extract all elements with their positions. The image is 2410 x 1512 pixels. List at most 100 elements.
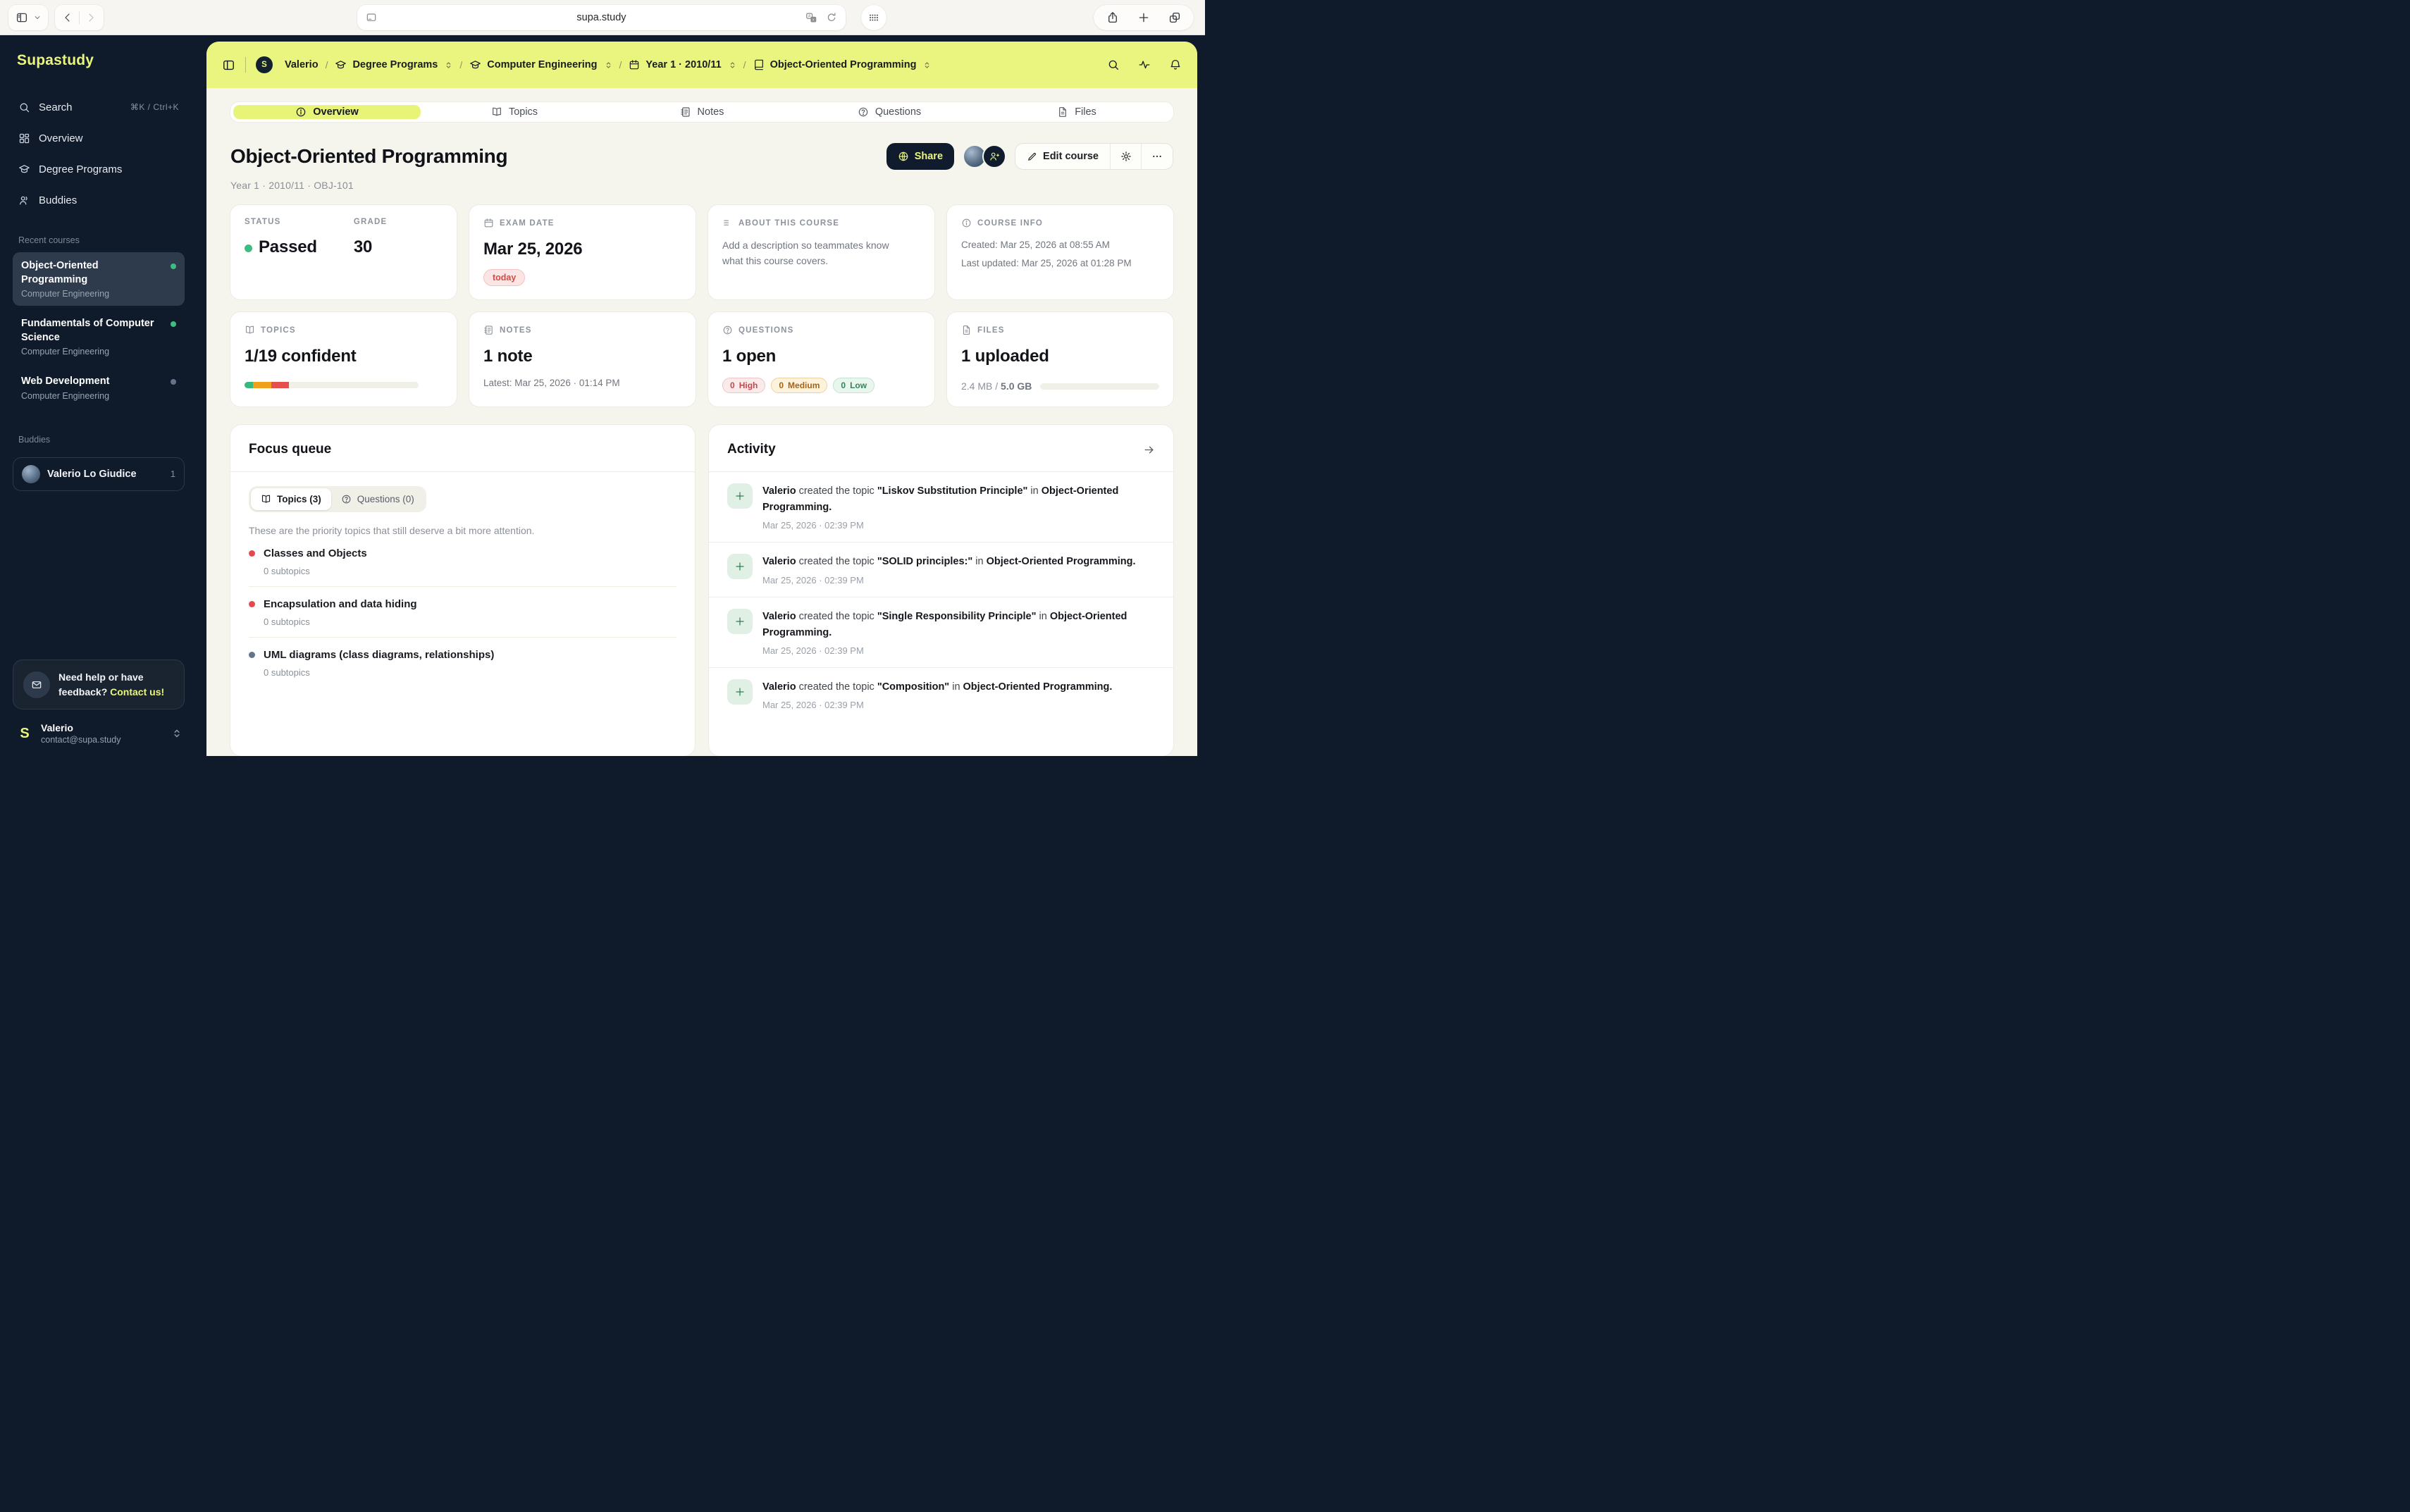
divider — [79, 11, 80, 24]
grade-label: GRADE — [354, 218, 388, 226]
activity-time: Mar 25, 2026 · 02:39 PM — [762, 575, 1136, 585]
user-menu[interactable]: S Valerio contact@supa.study — [13, 722, 185, 745]
share-label: Share — [915, 151, 943, 162]
focus-topics-label: Topics (3) — [277, 494, 321, 504]
activity-item[interactable]: Valerio created the topic "Composition" … — [709, 668, 1173, 721]
focus-topic-item[interactable]: UML diagrams (class diagrams, relationsh… — [249, 638, 676, 688]
focus-questions-tab[interactable]: Questions (0) — [331, 488, 424, 510]
questions-card[interactable]: QUESTIONS 1 open 0High 0Medium 0Low — [708, 312, 934, 407]
forward-button[interactable] — [85, 12, 97, 23]
user-email: contact@supa.study — [41, 735, 121, 745]
buddy-item[interactable]: Valerio Lo Giudice 1 — [13, 457, 185, 491]
tab-files[interactable]: Files — [983, 105, 1170, 119]
translate-icon[interactable]: Ax — [805, 12, 817, 24]
sidebar-item-degree-programs[interactable]: Degree Programs — [13, 156, 185, 182]
buddies-label: Buddies — [18, 435, 185, 445]
question-circle-icon — [858, 106, 869, 118]
address-bar[interactable]: supa.study Ax — [357, 5, 846, 30]
activity-item[interactable]: Valerio created the topic "Single Respon… — [709, 597, 1173, 668]
tab-questions[interactable]: Questions — [796, 105, 983, 119]
activity-title: Activity — [727, 442, 776, 457]
notes-card[interactable]: NOTES 1 note Latest: Mar 25, 2026 · 01:1… — [469, 312, 696, 407]
breadcrumb-course[interactable]: Object-Oriented Programming — [753, 59, 932, 70]
contact-us-link[interactable]: Contact us! — [110, 686, 164, 698]
info-icon — [961, 218, 972, 228]
sidebar-course-fundamentals-of-computer-science[interactable]: Fundamentals of Computer Science Compute… — [13, 310, 185, 364]
activity-item[interactable]: Valerio created the topic "Liskov Substi… — [709, 472, 1173, 543]
tab-label: Files — [1075, 106, 1096, 118]
topics-confidence-value: 1/19 confident — [245, 347, 443, 366]
files-count: 1 uploaded — [961, 347, 1159, 366]
share-page-icon[interactable] — [1106, 11, 1119, 24]
graduation-cap-icon — [335, 59, 347, 71]
status-value: Passed — [245, 237, 317, 257]
gear-icon — [1120, 151, 1132, 162]
book-open-icon — [245, 325, 255, 335]
browser-chrome: supa.study Ax — [0, 0, 1205, 35]
notes-label: NOTES — [500, 326, 532, 335]
sidebar-item-buddies[interactable]: Buddies — [13, 187, 185, 213]
book-open-icon — [261, 494, 271, 504]
course-name: Web Development — [21, 375, 165, 389]
edit-course-button[interactable]: Edit course — [1015, 144, 1111, 169]
browser-sidebar-icon — [16, 11, 28, 24]
mail-icon — [23, 671, 50, 698]
invite-user-button[interactable] — [982, 144, 1006, 168]
apps-grid-button[interactable] — [861, 5, 886, 30]
arrow-right-icon[interactable] — [1143, 444, 1155, 456]
new-tab-icon[interactable] — [1137, 11, 1150, 24]
bell-icon[interactable] — [1169, 58, 1182, 71]
course-info-card: COURSE INFO Created: Mar 25, 2026 at 08:… — [947, 205, 1173, 299]
sidebar-item-search[interactable]: Search ⌘K / Ctrl+K — [13, 94, 185, 120]
questions-label: QUESTIONS — [739, 326, 794, 335]
focus-topics-tab[interactable]: Topics (3) — [251, 488, 331, 510]
activity-text: Valerio created the topic "Liskov Substi… — [762, 483, 1155, 516]
sidebar-course-web-development[interactable]: Web Development Computer Engineering — [13, 368, 185, 408]
breadcrumb-computer-engineering[interactable]: Computer Engineering — [469, 59, 612, 71]
back-button[interactable] — [62, 12, 73, 23]
course-settings-button[interactable] — [1111, 144, 1142, 169]
avatar — [22, 465, 40, 483]
reload-icon[interactable] — [826, 12, 837, 23]
course-tabs: Overview Topics Notes Questions — [230, 102, 1173, 122]
breadcrumb-user-label: Valerio — [285, 59, 319, 70]
tab-label: Topics — [509, 106, 538, 118]
storage-usage: 2.4 MB / 5.0 GB — [961, 380, 1159, 392]
panel-toggle-icon[interactable] — [222, 58, 235, 72]
sidebar-course-object-oriented-programming[interactable]: Object-Oriented Programming Computer Eng… — [13, 252, 185, 306]
breadcrumb-label: Computer Engineering — [487, 59, 597, 70]
about-course-card[interactable]: ABOUT THIS COURSE Add a description so t… — [708, 205, 934, 299]
app-logo: Supastudy — [17, 52, 185, 69]
graduation-cap-icon — [18, 163, 30, 175]
breadcrumb-user[interactable]: S Valerio — [256, 56, 319, 73]
share-button[interactable]: Share — [886, 143, 954, 170]
files-card[interactable]: FILES 1 uploaded 2.4 MB / 5.0 GB — [947, 312, 1173, 407]
topic-subtopics: 0 subtopics — [264, 616, 676, 627]
activity-pulse-icon[interactable] — [1138, 58, 1151, 71]
breadcrumb-degree-programs[interactable]: Degree Programs — [335, 59, 452, 71]
course-name: Object-Oriented Programming — [21, 259, 165, 287]
activity-time: Mar 25, 2026 · 02:39 PM — [762, 700, 1112, 710]
breadcrumb-year[interactable]: Year 1 · 2010/11 — [629, 59, 736, 70]
file-icon — [1057, 106, 1068, 118]
breadcrumb-separator: / — [326, 59, 328, 70]
chevrons-up-down-icon — [923, 61, 931, 70]
activity-item[interactable]: Valerio created the topic "SOLID princip… — [709, 543, 1173, 597]
tab-overview-icon[interactable] — [1168, 11, 1181, 24]
tab-topics[interactable]: Topics — [421, 105, 608, 119]
user-avatar-initial: S — [16, 726, 34, 742]
notes-latest: Latest: Mar 25, 2026 · 01:14 PM — [483, 378, 681, 388]
browser-sidebar-button[interactable] — [8, 5, 48, 30]
book-icon — [753, 59, 765, 70]
tab-notes[interactable]: Notes — [608, 105, 796, 119]
tab-overview[interactable]: Overview — [233, 105, 421, 119]
sidebar-item-overview[interactable]: Overview — [13, 125, 185, 151]
calendar-icon — [483, 218, 494, 228]
help-card[interactable]: Need help or have feedback? Contact us! — [13, 659, 185, 709]
focus-topic-item[interactable]: Encapsulation and data hiding 0 subtopic… — [249, 587, 676, 638]
topics-card[interactable]: TOPICS 1/19 confident — [230, 312, 457, 407]
activity-panel: Activity Valerio created the topic "Lisk… — [709, 425, 1173, 756]
more-options-button[interactable] — [1142, 144, 1173, 169]
search-icon[interactable] — [1107, 58, 1120, 71]
focus-topic-item[interactable]: Classes and Objects 0 subtopics — [249, 536, 676, 587]
